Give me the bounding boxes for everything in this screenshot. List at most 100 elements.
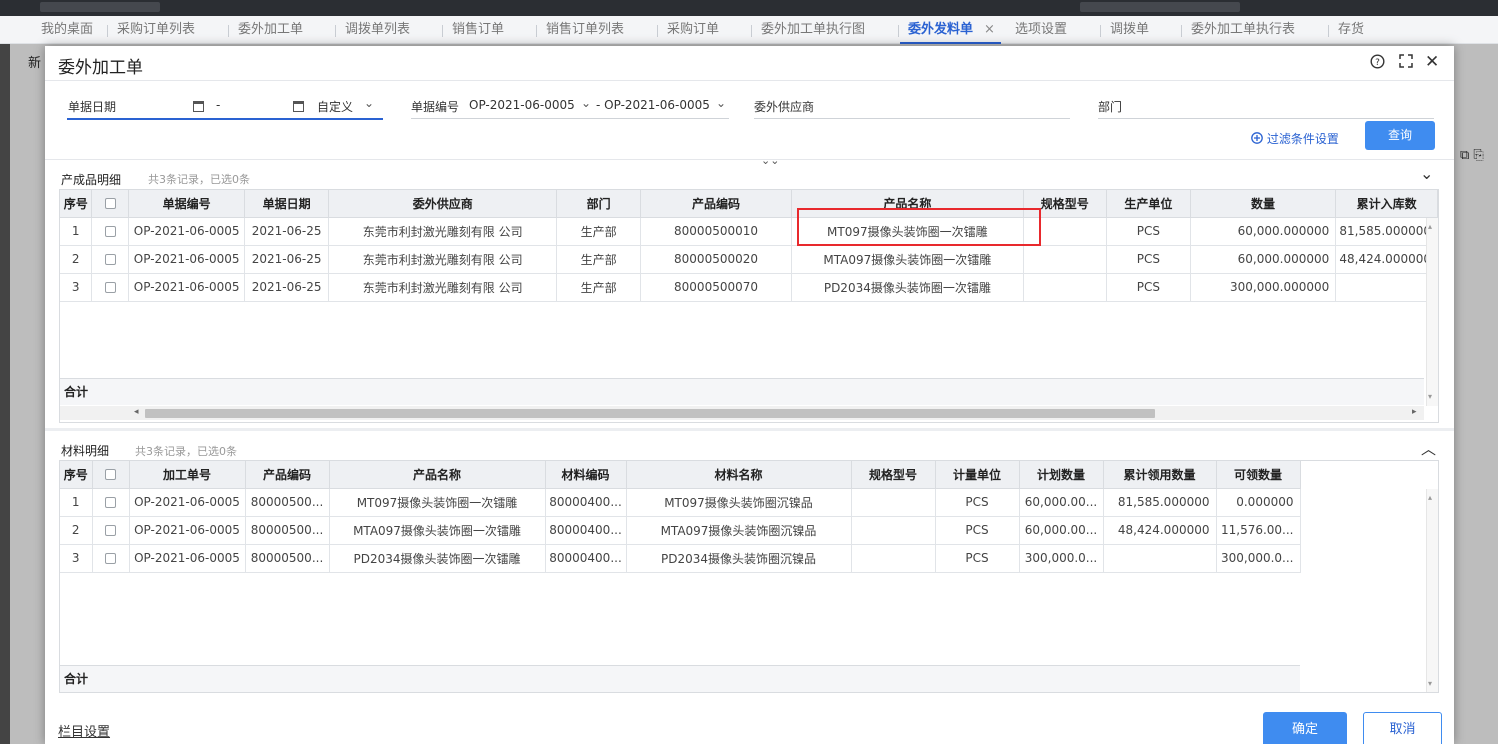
collapse-filter-icon[interactable]: ⌄⌄: [761, 154, 779, 167]
code-from-input[interactable]: OP-2021-06-0005: [469, 98, 575, 112]
cancel-button[interactable]: 取消: [1363, 712, 1442, 744]
col-header[interactable]: 计划数量: [1019, 461, 1104, 489]
row-checkbox[interactable]: [91, 273, 130, 302]
cell-issued-qty: 48,424.000000: [1103, 516, 1217, 545]
row-checkbox[interactable]: [92, 516, 130, 545]
chevron-down-icon[interactable]: ⌄: [716, 96, 726, 110]
tab-desktop[interactable]: 我的桌面: [41, 16, 93, 44]
row-checkbox[interactable]: [91, 245, 130, 274]
col-header[interactable]: 单据编号: [128, 190, 246, 218]
table-row[interactable]: 1 OP-2021-06-0005 2021-06-25 东莞市利封激光雕刻有限…: [60, 217, 1438, 246]
select-all-checkbox[interactable]: [92, 461, 130, 489]
cell-product-code: 80000500020: [640, 245, 793, 274]
row-checkbox[interactable]: [92, 544, 130, 573]
chevron-up-icon[interactable]: ︿: [1421, 438, 1436, 459]
scroll-left-icon[interactable]: ◂: [134, 407, 139, 417]
table-row[interactable]: 3 OP-2021-06-0005 2021-06-25 东莞市利封激光雕刻有限…: [60, 273, 1438, 302]
tab-purchase-order[interactable]: 采购订单: [657, 16, 719, 44]
top-strip-placeholder: [40, 2, 160, 12]
col-header[interactable]: 委外供应商: [328, 190, 558, 218]
date-mode-select[interactable]: 自定义: [317, 98, 353, 115]
chevron-down-icon[interactable]: ⌄: [364, 96, 374, 110]
col-header[interactable]: 材料名称: [626, 461, 852, 489]
column-settings-link[interactable]: 栏目设置: [58, 721, 110, 740]
vertical-scrollbar[interactable]: ▴ ▾: [1426, 489, 1438, 692]
scroll-up-icon[interactable]: ▴: [1428, 493, 1432, 502]
tab-label: 委外加工单: [238, 22, 304, 37]
code-to-input[interactable]: - OP-2021-06-0005: [596, 98, 710, 112]
col-header[interactable]: 累计领用数量: [1103, 461, 1217, 489]
chevron-down-icon[interactable]: ⌄: [581, 96, 591, 110]
tab-outsourcing-exec-chart[interactable]: 委外加工单执行图: [751, 16, 865, 44]
tab-bar: 我的桌面 采购订单列表 委外加工单 调拨单列表 销售订单 销售订单列表 采购订单…: [0, 16, 1498, 44]
scroll-up-icon[interactable]: ▴: [1428, 222, 1432, 231]
col-header[interactable]: 计量单位: [935, 461, 1020, 489]
col-header[interactable]: 可领数量: [1216, 461, 1301, 489]
cell-spec: [851, 516, 936, 545]
col-header[interactable]: 产品编码: [245, 461, 330, 489]
scroll-right-icon[interactable]: ▸: [1412, 407, 1417, 417]
filter-settings-label: 过滤条件设置: [1266, 132, 1339, 146]
query-button[interactable]: 查询: [1365, 121, 1435, 150]
supplier-label[interactable]: 委外供应商: [754, 98, 814, 115]
cell-unit: PCS: [1106, 245, 1191, 274]
cell-order-no: OP-2021-06-0005: [129, 488, 246, 517]
row-checkbox[interactable]: [92, 488, 130, 517]
tab-transfer[interactable]: 调拨单: [1100, 16, 1149, 44]
calendar-end-icon[interactable]: [293, 101, 304, 112]
tab-sales-order[interactable]: 销售订单: [442, 16, 504, 44]
cell-product-name: MTA097摄像头装饰圈一次镭雕: [791, 245, 1024, 274]
select-all-checkbox[interactable]: [91, 190, 130, 218]
background-toolbar-icons: ⧉ ⎘: [1460, 148, 1484, 163]
svg-text:?: ?: [1375, 58, 1380, 68]
col-header[interactable]: 规格型号: [851, 461, 936, 489]
col-header[interactable]: 生产单位: [1106, 190, 1191, 218]
col-header[interactable]: 产品名称: [329, 461, 546, 489]
confirm-button[interactable]: 确定: [1263, 712, 1347, 744]
tab-purchase-order-list[interactable]: 采购订单列表: [107, 16, 195, 44]
tab-transfer-list[interactable]: 调拨单列表: [335, 16, 410, 44]
tab-inventory[interactable]: 存货: [1328, 16, 1364, 44]
table-row[interactable]: 2 OP-2021-06-0005 2021-06-25 东莞市利封激光雕刻有限…: [60, 245, 1438, 274]
chevron-down-icon[interactable]: ⌄: [1420, 164, 1433, 183]
col-header[interactable]: 数量: [1190, 190, 1337, 218]
col-header[interactable]: 累计入库数: [1335, 190, 1438, 218]
tab-outsourcing-issue[interactable]: 委外发料单 ×: [898, 16, 1002, 44]
cell-material-name: PD2034摄像头装饰圈沉镍品: [626, 544, 852, 573]
help-icon[interactable]: ?: [1370, 54, 1385, 73]
tab-outsourcing-order[interactable]: 委外加工单: [228, 16, 304, 44]
product-table: 序号 单据编号 单据日期 委外供应商 部门 产品编码 产品名称 规格型号 生产单…: [60, 190, 1438, 302]
col-header[interactable]: 单据日期: [244, 190, 330, 218]
col-header[interactable]: 加工单号: [129, 461, 246, 489]
tab-label: 我的桌面: [41, 22, 94, 37]
cell-date: 2021-06-25: [244, 273, 330, 302]
scroll-down-icon[interactable]: ▾: [1428, 679, 1432, 688]
cell-supplier: 东莞市利封激光雕刻有限 公司: [328, 245, 558, 274]
close-icon[interactable]: ✕: [1425, 52, 1439, 72]
product-header-row: 序号 单据编号 单据日期 委外供应商 部门 产品编码 产品名称 规格型号 生产单…: [60, 190, 1438, 218]
scroll-down-icon[interactable]: ▾: [1428, 392, 1432, 401]
maximize-icon[interactable]: [1399, 54, 1413, 72]
cell-index: 3: [60, 273, 93, 302]
cell-issued-qty: 81,585.000000: [1103, 488, 1217, 517]
cell-dept: 生产部: [556, 245, 641, 274]
product-sum-row: 合计: [60, 378, 1424, 405]
scroll-thumb[interactable]: [145, 409, 1155, 418]
horizontal-scrollbar[interactable]: ◂ ▸: [60, 406, 1424, 420]
col-header[interactable]: 部门: [556, 190, 641, 218]
cell-material-name: MT097摄像头装饰圈沉镍品: [626, 488, 852, 517]
row-checkbox[interactable]: [91, 217, 130, 246]
department-label[interactable]: 部门: [1098, 98, 1122, 115]
tab-options[interactable]: 选项设置: [1015, 16, 1067, 44]
tab-sales-order-list[interactable]: 销售订单列表: [536, 16, 624, 44]
tab-close-icon[interactable]: ×: [984, 16, 995, 44]
col-header[interactable]: 材料编码: [545, 461, 627, 489]
tab-outsourcing-exec-table[interactable]: 委外加工单执行表: [1181, 16, 1295, 44]
vertical-scrollbar[interactable]: ▴ ▾: [1426, 218, 1438, 406]
table-row[interactable]: 3 OP-2021-06-0005 80000500... PD2034摄像头装…: [60, 544, 1301, 573]
calendar-start-icon[interactable]: [193, 101, 204, 112]
filter-settings-link[interactable]: 过滤条件设置: [1251, 130, 1339, 147]
table-row[interactable]: 1 OP-2021-06-0005 80000500... MT097摄像头装饰…: [60, 488, 1301, 517]
table-row[interactable]: 2 OP-2021-06-0005 80000500... MTA097摄像头装…: [60, 516, 1301, 545]
col-header[interactable]: 产品编码: [640, 190, 793, 218]
